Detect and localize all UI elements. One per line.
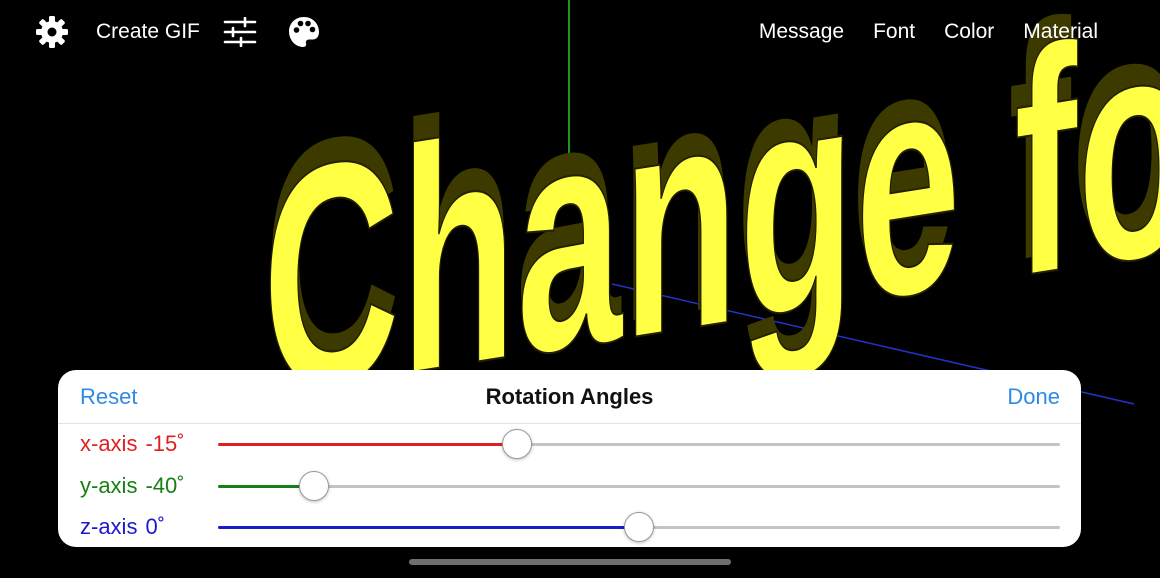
- menu-font[interactable]: Font: [873, 20, 915, 44]
- y-axis-label: y-axis -40˚: [80, 473, 185, 499]
- z-axis-row: z-axis 0˚: [58, 507, 1081, 547]
- axis-value: -40˚: [145, 473, 185, 498]
- z-axis-slider[interactable]: [218, 512, 1060, 542]
- rotation-angles-panel: Reset Rotation Angles Done x-axis -15˚ y-…: [58, 370, 1081, 547]
- axis-name: x-axis: [80, 431, 138, 456]
- slider-thumb[interactable]: [501, 429, 532, 459]
- palette-icon[interactable]: [286, 14, 322, 50]
- done-button[interactable]: Done: [1007, 384, 1060, 410]
- toolbar-right: Message Font Color Material: [730, 12, 1098, 52]
- app-screen: Change font Change font Create GIF Messa…: [0, 0, 1160, 578]
- panel-title: Rotation Angles: [485, 384, 654, 409]
- axis-value: -15˚: [145, 431, 185, 456]
- y-axis-slider[interactable]: [218, 471, 1060, 501]
- create-gif-button[interactable]: Create GIF: [96, 20, 200, 44]
- x-axis-row: x-axis -15˚: [58, 424, 1081, 464]
- menu-color[interactable]: Color: [944, 20, 994, 44]
- axis-name: y-axis: [80, 473, 138, 498]
- gear-icon[interactable]: [34, 14, 70, 50]
- sliders-icon[interactable]: [222, 14, 258, 50]
- axis-name: z-axis: [80, 514, 138, 539]
- axis-value: 0˚: [145, 514, 166, 539]
- x-axis-slider[interactable]: [218, 429, 1060, 459]
- toolbar-left: Create GIF: [34, 12, 322, 52]
- home-indicator[interactable]: [409, 559, 731, 565]
- z-axis-label: z-axis 0˚: [80, 514, 165, 540]
- menu-message[interactable]: Message: [759, 20, 844, 44]
- slider-fill: [218, 526, 639, 529]
- menu-material[interactable]: Material: [1023, 20, 1098, 44]
- y-axis-row: y-axis -40˚: [58, 466, 1081, 506]
- slider-thumb[interactable]: [298, 471, 329, 501]
- slider-thumb[interactable]: [624, 512, 654, 542]
- x-axis-label: x-axis -15˚: [80, 431, 185, 457]
- panel-header: Reset Rotation Angles Done: [58, 370, 1081, 424]
- slider-fill: [218, 443, 517, 446]
